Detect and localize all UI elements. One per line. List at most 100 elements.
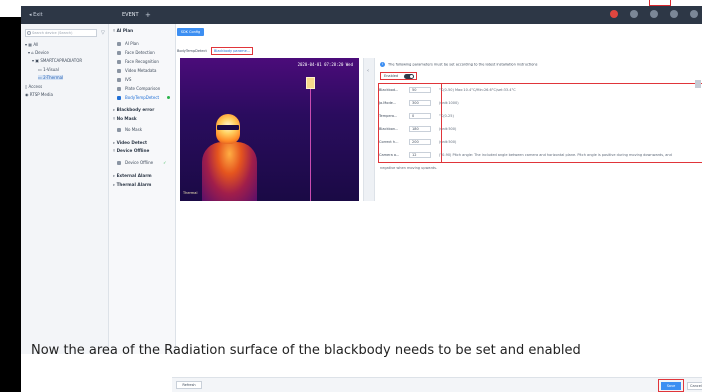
monitor-icon[interactable] bbox=[630, 10, 638, 18]
device-offline-icon bbox=[117, 160, 121, 165]
tree-node-visual[interactable]: ▭ 1-Visual bbox=[38, 67, 59, 72]
bottom-bar: Refresh Save Cancel bbox=[172, 377, 702, 392]
tree-node-label: 1-Visual bbox=[43, 67, 59, 72]
enable-toggle-group[interactable]: Enabled bbox=[380, 72, 417, 80]
menu-item-label: BodyTempDetect bbox=[125, 95, 160, 100]
sdk-config-button[interactable]: SDK Config bbox=[177, 28, 204, 36]
alarm-icon[interactable] bbox=[610, 10, 618, 18]
body-temp-icon bbox=[117, 95, 121, 100]
param-input[interactable]: 180 bbox=[409, 125, 431, 132]
search-input[interactable]: Search device (Search) bbox=[25, 29, 97, 37]
menu-item-no-mask[interactable]: No Mask bbox=[117, 127, 142, 132]
group-thermal-alarm[interactable]: ▹ Thermal Alarm bbox=[113, 182, 151, 187]
tab-blackbody-params[interactable]: Blackbody parame... bbox=[210, 47, 254, 55]
menu-item-plate-comparison[interactable]: Plate Comparison bbox=[117, 86, 160, 91]
enabled-dot-icon bbox=[167, 96, 171, 99]
menu-item-face-detection[interactable]: Face Detection bbox=[117, 50, 155, 55]
menu-item-face-recognition[interactable]: Face Recognition bbox=[117, 59, 159, 64]
param-row: Blackbod... 50 °C(0-50) Max:10.4°C/Min:26.… bbox=[379, 85, 516, 94]
group-label: No Mask bbox=[116, 116, 137, 121]
info-icon: i bbox=[380, 62, 385, 67]
cancel-button[interactable]: Cancel bbox=[687, 382, 702, 390]
menu-item-label: No Mask bbox=[125, 127, 143, 132]
group-label: Device Offline bbox=[116, 148, 150, 153]
group-label: AI Plan bbox=[116, 28, 134, 33]
exit-link[interactable]: ◂ Exit bbox=[29, 12, 43, 18]
group-video-detect[interactable]: ▹ Video Detect bbox=[113, 140, 147, 145]
group-device-offline[interactable]: ▿ Device Offline bbox=[113, 148, 149, 153]
param-input[interactable]: 12 bbox=[409, 151, 431, 158]
param-hint: (unit:500) bbox=[439, 139, 457, 144]
param-label: Tempera... bbox=[379, 113, 398, 118]
toolbar-icons bbox=[610, 10, 698, 18]
param-input[interactable]: 50 bbox=[409, 86, 431, 93]
group-blackbody-error[interactable]: ▹ Blackbody error bbox=[113, 107, 154, 112]
tree-node-label: Device bbox=[35, 50, 49, 55]
tree-node-label: All bbox=[33, 42, 39, 47]
param-label: Camera a... bbox=[379, 152, 400, 157]
no-mask-icon bbox=[117, 127, 121, 132]
menu-icon[interactable] bbox=[690, 10, 698, 18]
refresh-button[interactable]: Refresh bbox=[176, 381, 202, 389]
param-input[interactable]: 0 bbox=[409, 112, 431, 119]
param-input[interactable]: 300 bbox=[409, 99, 431, 106]
group-ai-plan[interactable]: ▿ AI Plan bbox=[113, 28, 133, 33]
enable-label: Enabled bbox=[384, 74, 399, 78]
group-external-alarm[interactable]: ▹ External Alarm bbox=[113, 173, 152, 178]
tree-node-device[interactable]: ▾ ⌂ Device bbox=[28, 50, 49, 55]
tree-node-label: SMARTCAPRADIATOR bbox=[40, 58, 83, 63]
group-label: Video Detect bbox=[116, 140, 147, 145]
tree-node-access[interactable]: ▯ Access bbox=[25, 84, 42, 89]
menu-item-ai-plan[interactable]: AI Plan bbox=[117, 41, 139, 46]
param-label: Blackbod... bbox=[379, 87, 399, 92]
tree-node-label: RTSP Media bbox=[29, 92, 53, 97]
param-hint: (unit:500) bbox=[439, 126, 457, 131]
tree-node-all[interactable]: ▾ ▦ All bbox=[25, 42, 38, 47]
tab-body-temp[interactable]: BodyTempDetect bbox=[177, 49, 207, 53]
param-row: Blackbon... 180 (unit:500) bbox=[379, 124, 456, 133]
plate-comparison-icon bbox=[117, 86, 121, 91]
video-timestamp: 2020-04-01 07:28:20 Wed bbox=[297, 62, 353, 67]
thermal-video-view: 2020-04-01 07:28:20 Wed Thermal bbox=[180, 58, 359, 201]
face-recognition-icon bbox=[117, 59, 121, 64]
tree-node-thermal[interactable]: ▭ 2-Thermal bbox=[38, 75, 64, 80]
menu-item-body-temp-detect[interactable]: BodyTempDetect bbox=[117, 95, 171, 100]
tree-node-label: Access bbox=[28, 84, 43, 89]
device-tree: Search device (Search) ▽ ▾ ▦ All ▾ ⌂ Dev… bbox=[21, 24, 109, 354]
menu-item-video-metadata[interactable]: Video Metadata bbox=[117, 68, 156, 73]
person-glasses bbox=[217, 125, 239, 130]
blackbody-stand bbox=[310, 89, 311, 201]
param-hint: (°0-90) Pitch angle: The included angle … bbox=[439, 152, 672, 157]
tree-node-rtsp[interactable]: ◉ RTSP Media bbox=[25, 92, 53, 97]
menu-item-ivs[interactable]: IVS bbox=[117, 77, 131, 82]
person-body bbox=[202, 142, 257, 201]
param-input[interactable]: 200 bbox=[409, 138, 431, 145]
param-label: Correct h... bbox=[379, 139, 399, 144]
param-row: Correct h... 200 (unit:500) bbox=[379, 137, 456, 146]
menu-item-label: Face Recognition bbox=[125, 59, 159, 64]
tab-event[interactable]: EVENT bbox=[116, 6, 145, 24]
menu-item-label: Video Metadata bbox=[125, 68, 157, 73]
group-label: Thermal Alarm bbox=[116, 182, 152, 187]
title-bar: ◂ Exit EVENT + bbox=[21, 6, 702, 24]
save-button[interactable]: Save bbox=[661, 382, 681, 390]
main-panel: SDK Config BodyTempDetect Blackbody para… bbox=[176, 24, 702, 354]
menu-item-device-offline[interactable]: Device Offline ✓ bbox=[117, 160, 166, 165]
tutorial-caption: Now the area of the Radiation surface of… bbox=[31, 343, 581, 358]
chevron-left-icon: ‹ bbox=[367, 68, 369, 74]
param-row: Camera a... 12 (°0-90) Pitch angle: The in… bbox=[379, 150, 672, 159]
check-icon: ✓ bbox=[163, 160, 167, 165]
thermal-person bbox=[202, 114, 257, 201]
face-detection-icon bbox=[117, 50, 121, 55]
event-menu: ▿ AI Plan AI Plan Face Detection Face Re… bbox=[109, 24, 176, 354]
group-label: External Alarm bbox=[116, 173, 152, 178]
group-no-mask[interactable]: ▿ No Mask bbox=[113, 116, 137, 121]
settings-icon[interactable] bbox=[650, 10, 658, 18]
tree-node-smartcap[interactable]: ▾ ▣ SMARTCAPRADIATOR bbox=[32, 58, 82, 63]
filter-icon[interactable]: ▽ bbox=[101, 30, 105, 36]
collapse-column[interactable]: ‹ bbox=[363, 58, 375, 201]
enable-toggle[interactable] bbox=[404, 73, 415, 79]
side-handle[interactable] bbox=[695, 80, 701, 88]
add-tab-button[interactable]: + bbox=[145, 6, 151, 24]
user-icon[interactable] bbox=[670, 10, 678, 18]
